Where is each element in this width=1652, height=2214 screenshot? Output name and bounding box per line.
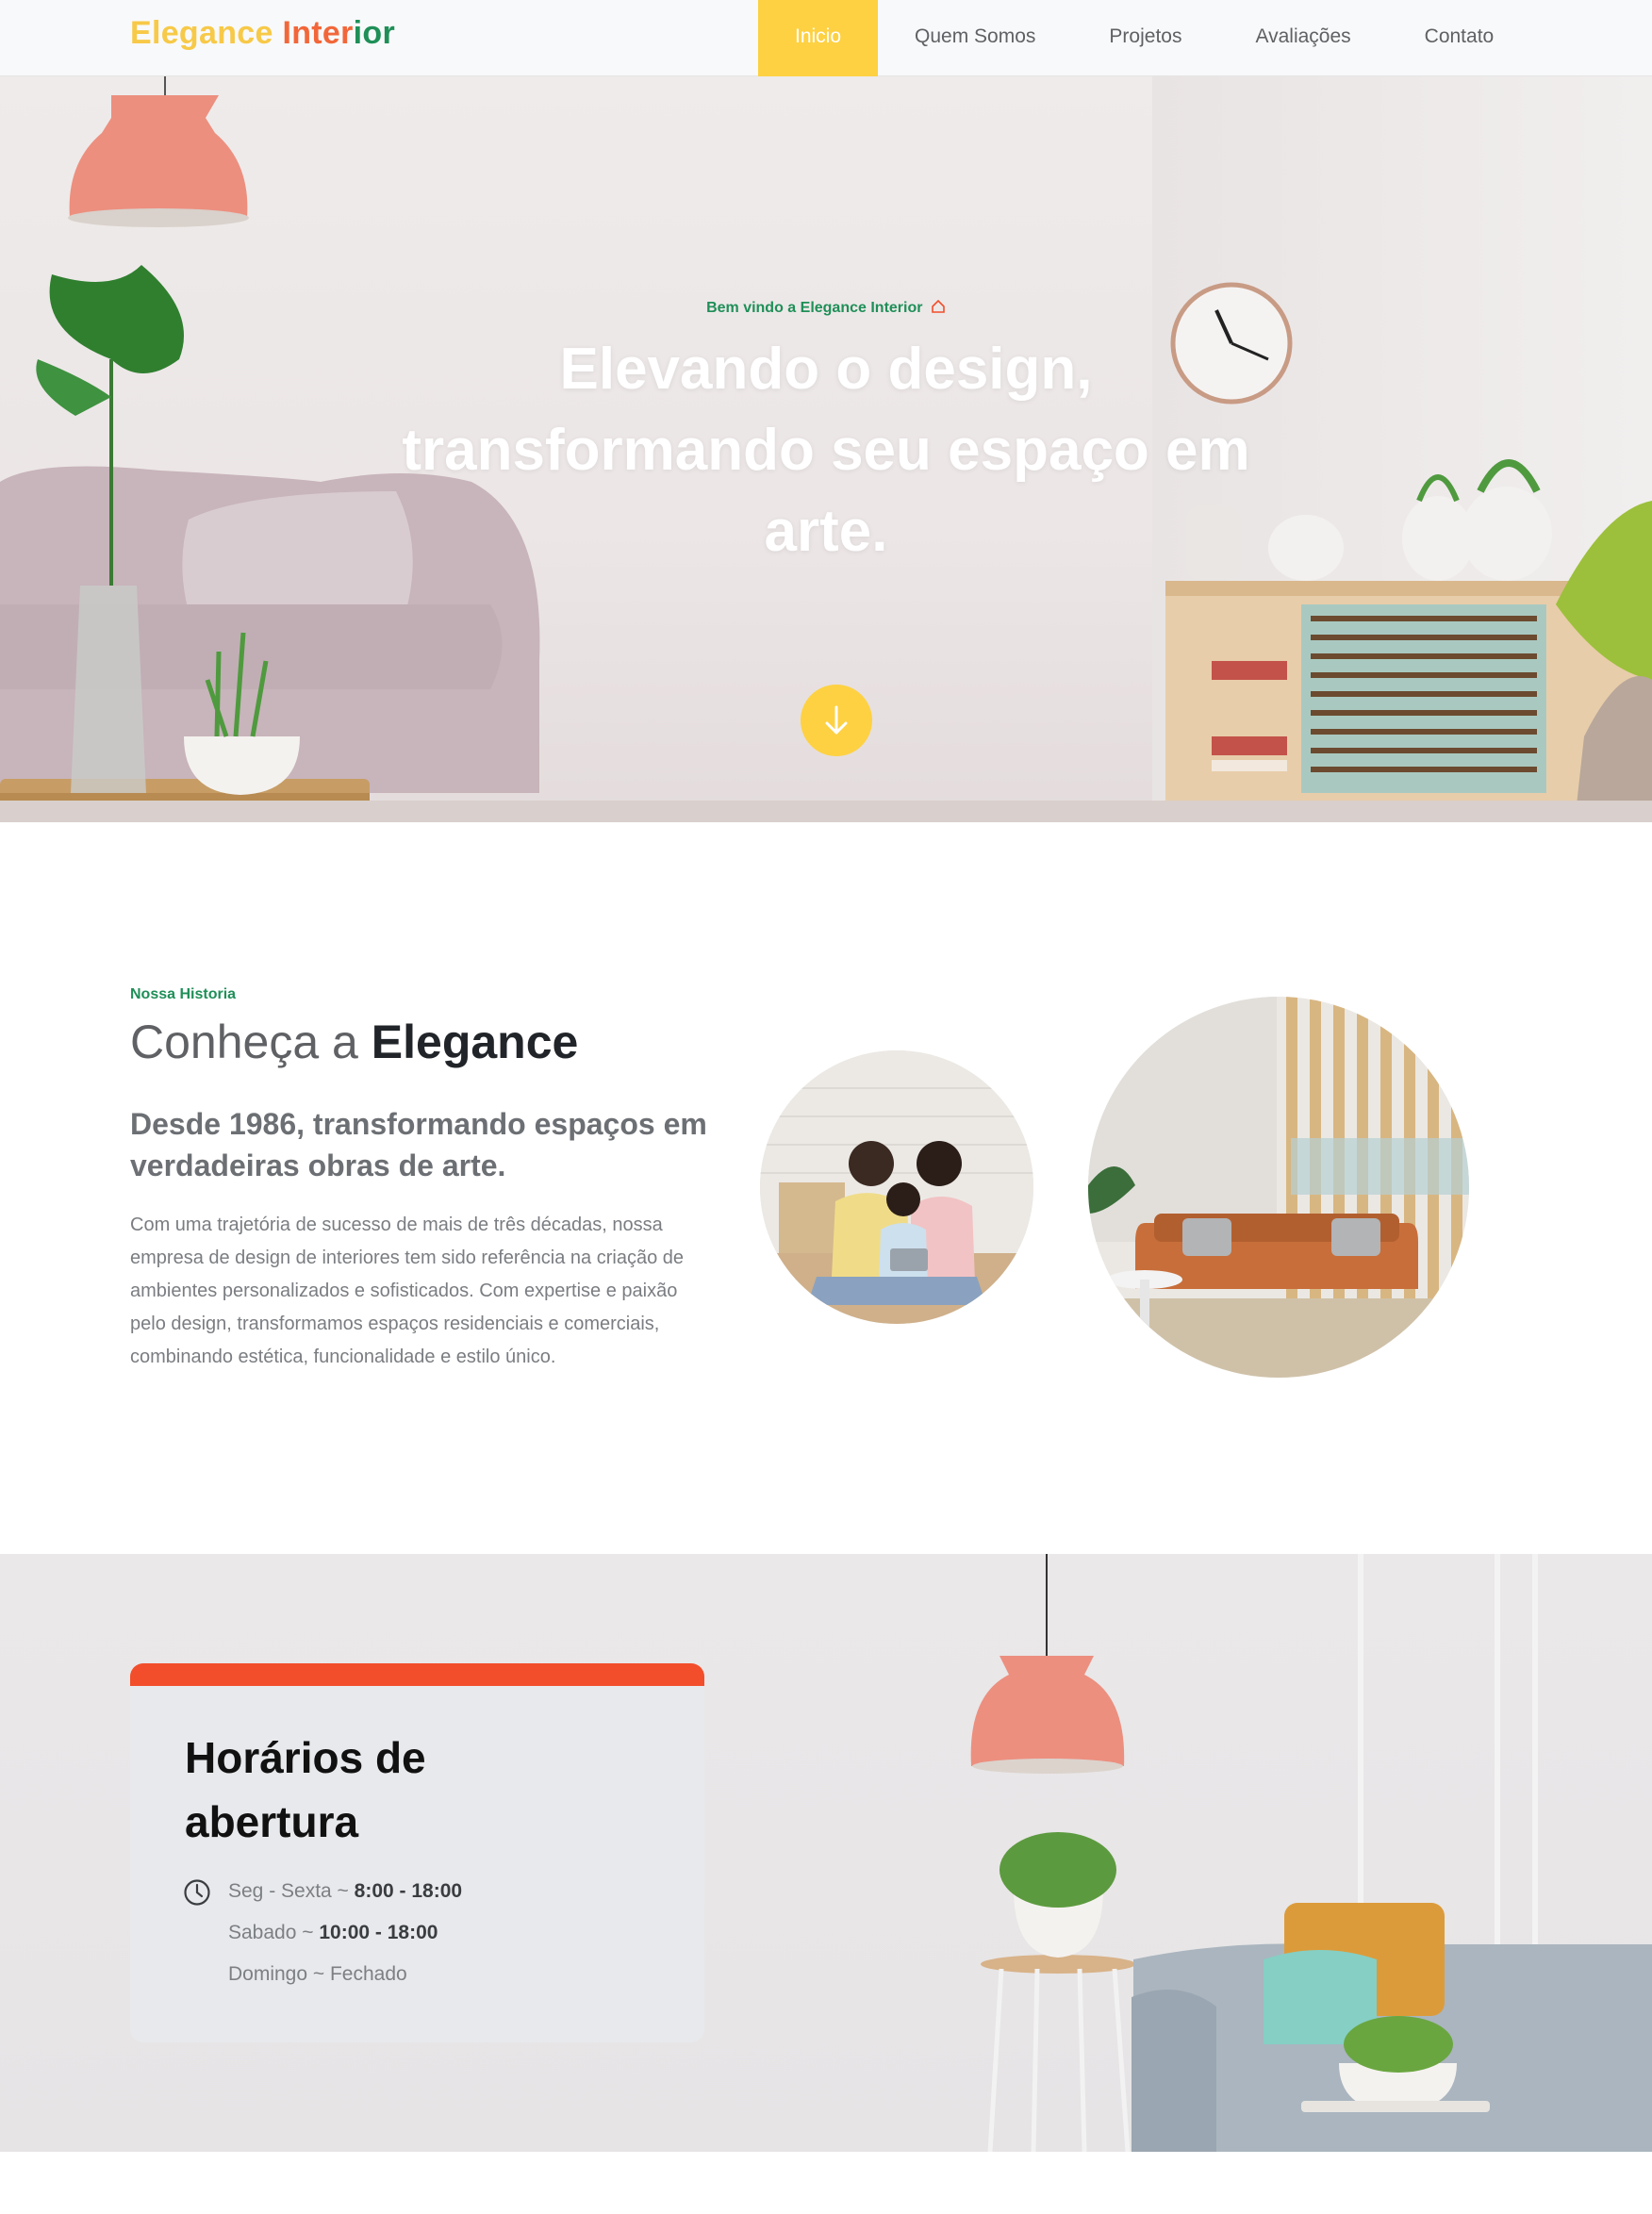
- family-photo: [760, 1050, 1033, 1324]
- logo-word-inter: Inter: [282, 15, 354, 51]
- about-body: Com uma trajetória de sucesso de mais de…: [130, 1214, 684, 1367]
- about-title-light: Conheça a: [130, 1016, 358, 1068]
- about-subtitle: Desde 1986, transformando espaços em ver…: [130, 1107, 707, 1182]
- logo-word-ior: ior: [353, 15, 395, 51]
- main-menu: Inicio Quem Somos Projetos Avaliações Co…: [758, 0, 1530, 76]
- about-kicker: Nossa Historia: [130, 986, 237, 1002]
- card-accent-bar: [130, 1663, 704, 1686]
- nav-link-avaliacoes[interactable]: Avaliações: [1218, 0, 1387, 76]
- hours-title: Horários de abertura: [185, 1733, 426, 1846]
- hours-time: 10:00 - 18:00: [319, 1922, 438, 1943]
- page: Elegance Interior Inicio Quem Somos Proj…: [0, 0, 1652, 2214]
- hours-row-weekdays: Seg - Sexta ~ 8:00 - 18:00: [228, 1880, 462, 1903]
- hero-kicker-text: Bem vindo a Elegance Interior: [706, 300, 923, 316]
- hours-row-sunday: Domingo ~ Fechado: [228, 1963, 407, 1986]
- hero-section: Bem vindo a Elegance Interior Elevando o…: [0, 76, 1652, 822]
- hours-time: 8:00 - 18:00: [354, 1880, 463, 1902]
- top-navbar: Elegance Interior Inicio Quem Somos Proj…: [0, 0, 1652, 76]
- opening-hours-card: Horários de abertura Seg - Sexta ~ 8:00 …: [130, 1663, 704, 2042]
- about-title-bold: Elegance: [371, 1016, 579, 1068]
- clock-icon: [184, 1879, 210, 1906]
- hours-day: Sabado ~: [228, 1922, 314, 1943]
- nav-link-contato[interactable]: Contato: [1388, 0, 1531, 76]
- opening-hours-section: Horários de abertura Seg - Sexta ~ 8:00 …: [0, 1554, 1652, 2152]
- hours-day: Seg - Sexta ~: [228, 1880, 349, 1902]
- nav-link-quem-somos[interactable]: Quem Somos: [878, 0, 1072, 76]
- brand-logo[interactable]: Elegance Interior: [130, 15, 395, 52]
- about-title: Conheça a Elegance: [130, 1015, 578, 1069]
- hero-title: Elevando o design, transformando seu esp…: [402, 337, 1250, 564]
- hours-day: Domingo ~ Fechado: [228, 1963, 407, 1985]
- hero-floor: [0, 801, 1652, 822]
- scroll-down-button[interactable]: [801, 685, 872, 756]
- logo-word-elegance: Elegance: [130, 15, 273, 51]
- arrow-down-icon: [825, 705, 848, 735]
- hero-kicker: Bem vindo a Elegance Interior: [0, 299, 1652, 317]
- nav-link-inicio[interactable]: Inicio: [758, 0, 879, 76]
- house-icon: [932, 299, 945, 313]
- living-room-photo: [1088, 997, 1469, 1378]
- nav-link-projetos[interactable]: Projetos: [1072, 0, 1218, 76]
- hours-row-saturday: Sabado ~ 10:00 - 18:00: [228, 1922, 438, 1944]
